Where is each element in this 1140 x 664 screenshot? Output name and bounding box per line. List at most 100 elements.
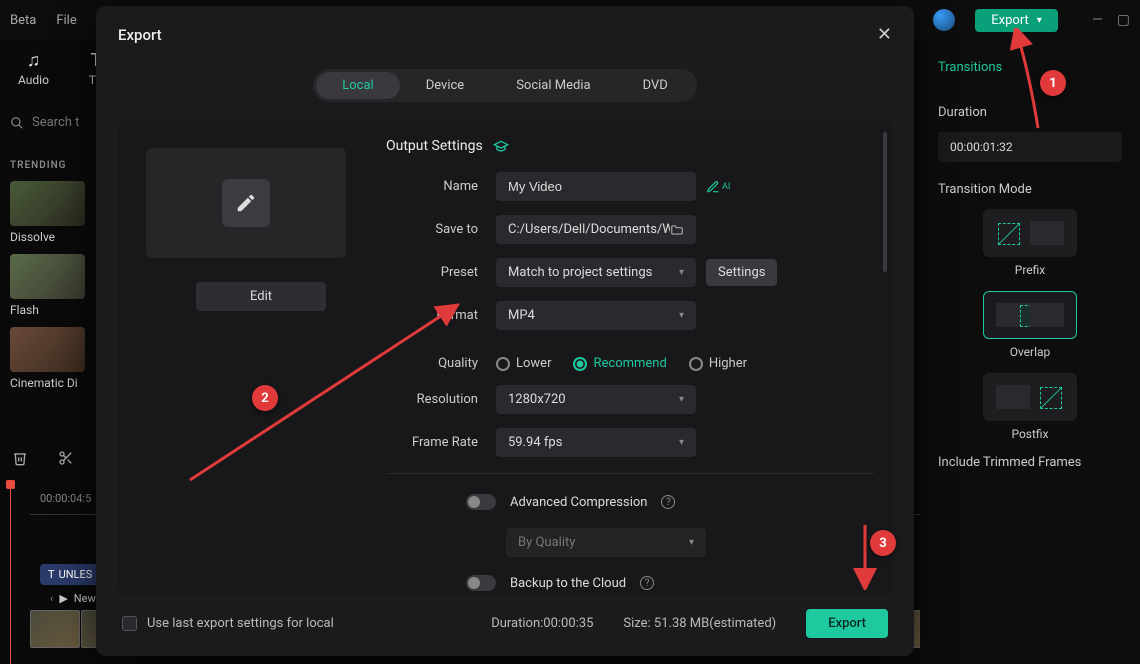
quality-lower[interactable]: Lower — [496, 356, 551, 371]
tab-transitions[interactable]: Transitions — [938, 60, 1002, 75]
scissors-icon[interactable] — [58, 450, 74, 466]
annotation-badge-1: 1 — [1040, 70, 1066, 96]
info-icon[interactable]: ? — [640, 576, 654, 590]
playhead[interactable] — [10, 484, 11, 664]
chevron-down-icon: ▾ — [689, 537, 694, 548]
trash-icon[interactable] — [12, 450, 28, 466]
chevron-down-icon: ▾ — [679, 310, 684, 321]
resolution-select[interactable]: 1280x720 ▾ — [496, 385, 696, 414]
menu-beta[interactable]: Beta — [10, 13, 36, 28]
mode-overlap[interactable] — [983, 291, 1077, 339]
clip[interactable] — [30, 610, 80, 648]
search-bar[interactable]: Search t — [0, 115, 95, 130]
close-icon[interactable]: ✕ — [877, 24, 892, 45]
export-modal: Export ✕ Local Device Social Media DVD E… — [96, 6, 914, 656]
modal-footer: Use last export settings for local Durat… — [118, 595, 892, 638]
include-trimmed-frames[interactable]: Include Trimmed Frames — [938, 455, 1122, 470]
quality-label: Quality — [386, 356, 496, 371]
mode-postfix[interactable] — [983, 373, 1077, 421]
search-icon — [10, 116, 24, 130]
annotation-badge-2: 2 — [252, 385, 278, 411]
text-icon: T — [48, 568, 55, 581]
transition-mode-label: Transition Mode — [938, 182, 1122, 197]
maximize-icon[interactable]: ▢ — [1117, 12, 1130, 28]
info-icon[interactable]: ? — [661, 495, 675, 509]
mode-prefix-graphic — [998, 223, 1020, 245]
sidebar-item-dissolve[interactable]: Dissolve — [10, 181, 85, 244]
saveto-input[interactable]: C:/Users/Dell/Documents/Wo — [496, 215, 696, 244]
folder-icon[interactable] — [670, 223, 684, 237]
resolution-label: Resolution — [386, 392, 496, 407]
left-toolbar: ♫ Audio T Tit — [0, 50, 95, 97]
modal-tabs: Local Device Social Media DVD — [313, 69, 697, 102]
scrollbar[interactable] — [883, 132, 887, 272]
settings-column: Output Settings Name AI Save to — [376, 138, 874, 577]
graduation-cap-icon[interactable] — [493, 138, 509, 154]
name-input[interactable] — [496, 172, 696, 201]
tab-social-media[interactable]: Social Media — [490, 72, 616, 99]
ai-pencil-icon[interactable]: AI — [706, 180, 730, 194]
advanced-compression-label: Advanced Compression — [510, 495, 647, 510]
edit-tools — [12, 450, 74, 466]
size-text: Size: 51.38 MB(estimated) — [623, 616, 776, 631]
preset-label: Preset — [386, 265, 496, 280]
chevron-down-icon: ▾ — [679, 267, 684, 278]
duration-input[interactable]: 00:00:01:32 — [938, 132, 1122, 162]
mode-graphic-box — [1030, 303, 1064, 327]
timecode: 00:00:04:5 — [40, 492, 91, 505]
quality-recommend[interactable]: Recommend — [573, 356, 666, 371]
mode-prefix-label: Prefix — [938, 263, 1122, 277]
quality-higher[interactable]: Higher — [689, 356, 747, 371]
saveto-label: Save to — [386, 222, 496, 237]
framerate-label: Frame Rate — [386, 435, 496, 450]
pencil-icon — [222, 179, 270, 227]
chevron-down-icon: ▾ — [1037, 15, 1042, 26]
mode-postfix-graphic — [1040, 387, 1062, 409]
tab-local[interactable]: Local — [316, 72, 399, 99]
framerate-select[interactable]: 59.94 fps ▾ — [496, 428, 696, 457]
advanced-compression-toggle[interactable] — [466, 494, 496, 510]
backup-cloud-label: Backup to the Cloud — [510, 576, 626, 591]
minimize-icon[interactable]: — — [1092, 12, 1103, 28]
sidebar-heading: TRENDING — [10, 160, 85, 171]
menu-file[interactable]: File — [56, 13, 76, 28]
modal-title: Export — [118, 26, 162, 44]
mode-prefix[interactable] — [983, 209, 1077, 257]
mode-postfix-label: Postfix — [938, 427, 1122, 441]
search-placeholder: Search t — [32, 115, 79, 130]
timeline-chip[interactable]: T UNLES — [40, 564, 100, 585]
divider — [386, 473, 874, 474]
preset-select[interactable]: Match to project settings ▾ — [496, 258, 696, 287]
sidebar-item-cinematic[interactable]: Cinematic Di — [10, 327, 85, 390]
tab-device[interactable]: Device — [400, 72, 491, 99]
mode-overlap-label: Overlap — [938, 345, 1122, 359]
export-dropdown-label: Export — [991, 13, 1029, 28]
chevron-down-icon: ▾ — [679, 437, 684, 448]
transitions-sidebar: TRENDING Dissolve Flash Cinematic Di — [0, 150, 95, 410]
byquality-select: By Quality ▾ — [506, 528, 706, 557]
thumbnail — [10, 327, 85, 372]
tab-dvd[interactable]: DVD — [617, 72, 694, 99]
duration-text: Duration:00:00:35 — [491, 616, 593, 631]
play-icon[interactable]: ▶ — [59, 592, 67, 605]
export-dropdown[interactable]: Export ▾ — [975, 9, 1058, 32]
sidebar-item-flash[interactable]: Flash — [10, 254, 85, 317]
edit-button[interactable]: Edit — [196, 282, 326, 311]
avatar[interactable] — [933, 9, 955, 31]
duration-label: Duration — [938, 105, 1122, 120]
backup-cloud-toggle[interactable] — [466, 575, 496, 591]
output-settings-title: Output Settings — [386, 138, 874, 154]
export-button[interactable]: Export — [806, 609, 888, 638]
settings-button[interactable]: Settings — [706, 259, 777, 286]
thumbnail — [10, 181, 85, 226]
chevron-down-icon: ▾ — [679, 394, 684, 405]
name-label: Name — [386, 179, 496, 194]
chevron-left-icon[interactable]: ‹ — [50, 592, 53, 605]
uselast-checkbox[interactable] — [122, 616, 137, 631]
uselast-label: Use last export settings for local — [147, 616, 334, 631]
mode-graphic-box — [996, 385, 1030, 409]
format-select[interactable]: MP4 ▾ — [496, 301, 696, 330]
modal-body: Edit Output Settings Name AI — [118, 120, 892, 595]
preview-thumbnail — [146, 148, 346, 258]
audio-tool[interactable]: ♫ Audio — [18, 50, 49, 87]
